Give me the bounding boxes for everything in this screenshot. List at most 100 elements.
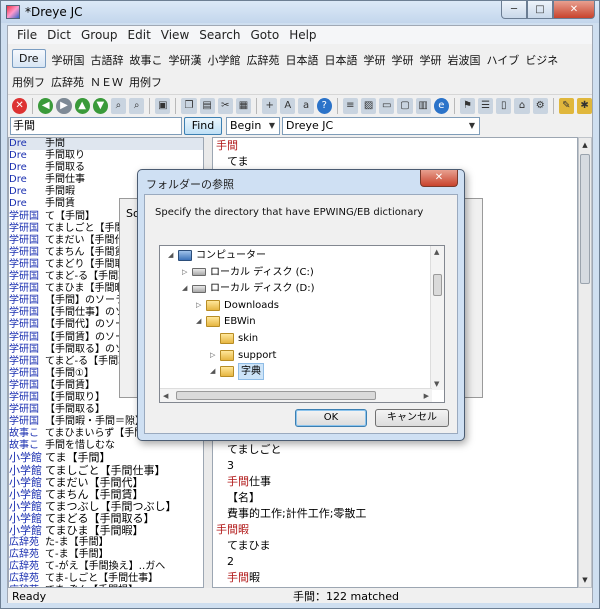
marker-icon[interactable]: ⌂: [514, 97, 530, 114]
close-button[interactable]: ✕: [553, 1, 595, 19]
scroll-up-icon[interactable]: ▲: [579, 138, 591, 152]
note-icon[interactable]: ▯: [496, 97, 512, 114]
cut-icon[interactable]: ✂: [217, 97, 233, 114]
menu-search[interactable]: Search: [194, 28, 245, 42]
font-down-icon[interactable]: a: [298, 97, 314, 114]
dictionary-tab[interactable]: Dre: [12, 49, 46, 68]
collapsed-arrow-icon[interactable]: ▷: [196, 298, 206, 313]
expanded-arrow-icon[interactable]: ◢: [196, 314, 206, 329]
back-icon[interactable]: ◀: [38, 97, 54, 114]
dictionary-tab[interactable]: 小学館: [208, 52, 241, 68]
stop-icon[interactable]: ✕: [12, 97, 28, 114]
copy-icon[interactable]: ❐: [181, 97, 197, 114]
folder-tree[interactable]: ▲ ▼ ◀ ▶ ◢ コンピューター ▷ ローカル ディスク (C:) ◢ ローカル ディス…: [159, 245, 445, 403]
settings-icon[interactable]: ⚙: [532, 97, 548, 114]
title-bar[interactable]: *Dreye JC ─ □ ✕: [1, 1, 599, 23]
tree-node[interactable]: ▷ Downloads: [196, 298, 279, 313]
dictionary-group-select[interactable]: Dreye JC ▼: [282, 117, 480, 135]
paste-icon[interactable]: ▤: [199, 97, 215, 114]
list-item[interactable]: Dre 手間: [9, 138, 203, 151]
minimize-button[interactable]: ─: [501, 1, 527, 19]
menu-group[interactable]: Group: [76, 28, 123, 42]
list-item[interactable]: 広辞苑てま-ぞん【手間損】: [9, 585, 203, 587]
dictionary-tab[interactable]: 学研漢: [169, 52, 202, 68]
list-item[interactable]: 広辞苑 た-ま【手間】: [9, 537, 203, 549]
menu-file[interactable]: File: [12, 28, 42, 42]
search-icon[interactable]: ⌕: [110, 97, 127, 114]
scroll-up-icon[interactable]: ▲: [434, 248, 439, 256]
scroll-thumb[interactable]: [580, 154, 590, 284]
search-input[interactable]: 手間: [10, 117, 182, 135]
dialog-close-button[interactable]: ✕: [420, 170, 458, 187]
dictionary-tab[interactable]: 広辞苑: [247, 52, 280, 68]
dictionary-tab[interactable]: 学研: [364, 52, 386, 68]
cancel-button[interactable]: キャンセル: [375, 409, 449, 427]
list-item[interactable]: 広辞苑 てま-しごと【手間仕事】: [9, 573, 203, 585]
dictionary-tab[interactable]: ビジネ: [525, 52, 558, 68]
collapsed-arrow-icon[interactable]: ▷: [210, 348, 220, 363]
menu-view[interactable]: View: [156, 28, 194, 42]
tree-node[interactable]: ◢ コンピューター: [168, 248, 266, 263]
font-up-icon[interactable]: A: [280, 97, 296, 114]
menu-dict[interactable]: Dict: [42, 28, 76, 42]
menu-goto[interactable]: Goto: [246, 28, 285, 42]
chat-icon[interactable]: ▭: [379, 97, 395, 114]
image-icon[interactable]: ▨: [360, 97, 377, 114]
dictionary-tab[interactable]: 学研国: [52, 52, 85, 68]
forward-icon[interactable]: ▶: [56, 97, 72, 114]
bookmark-icon[interactable]: ⚑: [459, 97, 476, 114]
scroll-down-icon[interactable]: ▼: [434, 380, 439, 388]
tree-vertical-scrollbar[interactable]: ▲ ▼: [430, 246, 444, 390]
scroll-thumb[interactable]: [433, 274, 442, 296]
up-icon[interactable]: ▲: [74, 97, 90, 114]
pin-icon[interactable]: ✱: [576, 97, 593, 114]
tree-node[interactable]: ◢ 字典: [210, 363, 264, 381]
content-scrollbar[interactable]: ▲ ▼: [578, 137, 592, 588]
dictionary-tab[interactable]: 岩波国: [448, 52, 481, 68]
layout-icon[interactable]: ≡: [342, 97, 358, 114]
fullscreen-icon[interactable]: ▣: [155, 97, 171, 114]
list-item[interactable]: Dre 手間取り: [9, 150, 203, 162]
tree-node[interactable]: ▷ support: [210, 348, 276, 363]
dictionary-tab[interactable]: 古語辞: [91, 52, 124, 68]
dictionary-tab[interactable]: 用例フ: [129, 74, 162, 90]
window-icon[interactable]: ▢: [397, 97, 413, 114]
find-button[interactable]: Find: [184, 117, 222, 135]
dictionary-tab[interactable]: 用例フ: [12, 74, 45, 90]
tree-horizontal-scrollbar[interactable]: ◀ ▶: [160, 388, 432, 402]
dictionary-tab[interactable]: 学研: [392, 52, 414, 68]
print-icon[interactable]: ▦: [235, 97, 252, 114]
expanded-arrow-icon[interactable]: ◢: [182, 281, 192, 296]
tree-node[interactable]: ▷ ローカル ディスク (C:): [182, 265, 314, 280]
ok-button[interactable]: OK: [295, 409, 367, 427]
scroll-left-icon[interactable]: ◀: [163, 392, 168, 400]
help-icon[interactable]: ?: [316, 97, 332, 114]
search-next-icon[interactable]: ⌕: [129, 97, 145, 114]
scroll-right-icon[interactable]: ▶: [424, 392, 429, 400]
dictionary-tab[interactable]: 日本語: [325, 52, 358, 68]
dictionary-tab[interactable]: 学研: [420, 52, 442, 68]
tree-node[interactable]: ◢ ローカル ディスク (D:): [182, 281, 315, 296]
highlight-icon[interactable]: ✎: [558, 97, 574, 114]
monitor-icon[interactable]: ▥: [415, 97, 431, 114]
expanded-arrow-icon[interactable]: ◢: [168, 248, 178, 263]
dictionary-tab[interactable]: ハイブ: [487, 52, 520, 68]
list-icon[interactable]: ☰: [478, 97, 494, 114]
list-item[interactable]: 小学館 てまひま【手間暇】: [9, 525, 203, 537]
tree-node[interactable]: ◢ EBWin: [196, 314, 256, 329]
menu-edit[interactable]: Edit: [123, 28, 156, 42]
dictionary-tab[interactable]: 日本語: [286, 52, 319, 68]
expanded-arrow-icon[interactable]: ◢: [210, 364, 220, 379]
web-icon[interactable]: e: [433, 97, 449, 114]
tree-node[interactable]: skin: [210, 331, 258, 346]
menu-help[interactable]: Help: [284, 28, 321, 42]
list-item[interactable]: 広辞苑 て-ま【手間】: [9, 549, 203, 561]
list-item[interactable]: 広辞苑 て-がえ【手間換え】‥ガへ: [9, 561, 203, 573]
search-mode-select[interactable]: Begin ▼: [226, 117, 280, 135]
maximize-button[interactable]: □: [527, 1, 553, 19]
zoom-in-icon[interactable]: +: [262, 97, 278, 114]
scroll-down-icon[interactable]: ▼: [579, 573, 591, 587]
down-icon[interactable]: ▼: [92, 97, 108, 114]
scroll-thumb[interactable]: [176, 391, 376, 400]
dictionary-tab[interactable]: ＮＥＷ: [90, 74, 123, 90]
